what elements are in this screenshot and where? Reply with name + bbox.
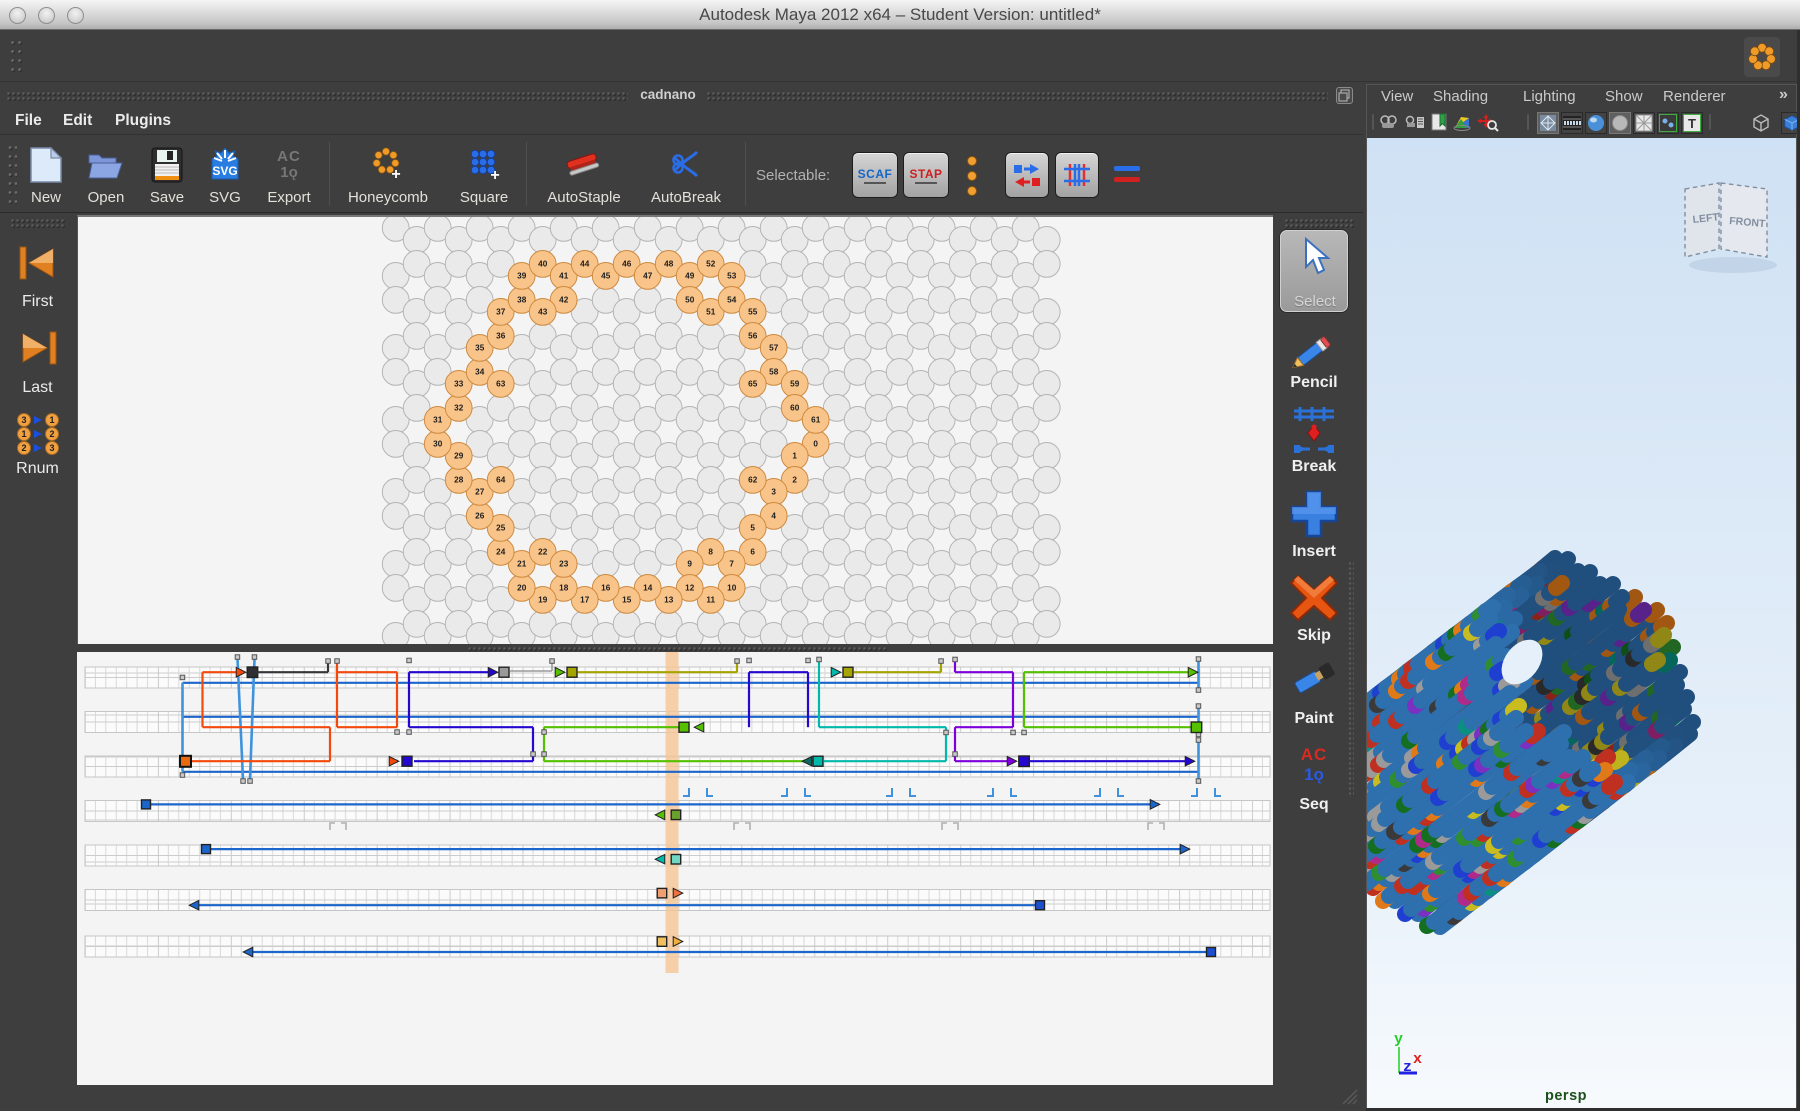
svg-text:T: T (1688, 116, 1696, 131)
svg-text:12: 12 (685, 584, 695, 593)
svg-text:51: 51 (706, 308, 716, 317)
svg-text:63: 63 (496, 380, 506, 389)
svg-text:64: 64 (496, 476, 506, 485)
svg-text:y: y (1394, 1031, 1403, 1048)
svg-text:34: 34 (475, 368, 485, 377)
svg-text:45: 45 (601, 272, 611, 281)
svg-text:21: 21 (517, 560, 527, 569)
svg-text:z: z (1403, 1059, 1412, 1076)
svg-text:36: 36 (496, 332, 506, 341)
svg-text:58: 58 (769, 368, 779, 377)
svg-text:1ǫ: 1ǫ (280, 164, 298, 181)
svg-text:9: 9 (687, 560, 692, 569)
svg-text:39: 39 (517, 272, 527, 281)
svg-text:14: 14 (643, 584, 653, 593)
svg-text:49: 49 (685, 272, 695, 281)
svg-text:54: 54 (727, 296, 737, 305)
svg-text:7: 7 (729, 560, 734, 569)
svg-text:AC: AC (1301, 745, 1328, 764)
svg-text:57: 57 (769, 344, 779, 353)
svg-text:65: 65 (748, 380, 758, 389)
svg-text:13: 13 (664, 596, 674, 605)
svg-text:4: 4 (771, 512, 776, 521)
svg-text:55: 55 (748, 308, 758, 317)
svg-text:11: 11 (706, 596, 715, 605)
svg-text:41: 41 (559, 272, 569, 281)
svg-text:46: 46 (622, 260, 632, 269)
svg-text:48: 48 (664, 260, 674, 269)
svg-text:37: 37 (496, 308, 506, 317)
svg-text:3: 3 (49, 443, 54, 453)
svg-text:0: 0 (813, 440, 818, 449)
svg-text:1ǫ: 1ǫ (1304, 765, 1324, 784)
svg-text:10: 10 (727, 584, 737, 593)
svg-text:2: 2 (49, 429, 54, 439)
svg-text:16: 16 (601, 584, 611, 593)
svg-text:42: 42 (559, 296, 569, 305)
svg-text:59: 59 (790, 380, 800, 389)
svg-text:1: 1 (21, 429, 26, 439)
svg-text:61: 61 (811, 416, 821, 425)
svg-text:32: 32 (454, 404, 464, 413)
svg-text:47: 47 (643, 272, 653, 281)
svg-text:60: 60 (790, 404, 800, 413)
svg-text:27: 27 (475, 488, 485, 497)
svg-text:2: 2 (792, 476, 797, 485)
svg-text:56: 56 (748, 332, 758, 341)
svg-text:15: 15 (622, 596, 632, 605)
svg-text:2: 2 (21, 443, 26, 453)
svg-text:40: 40 (538, 260, 548, 269)
svg-text:22: 22 (538, 548, 548, 557)
svg-text:52: 52 (706, 260, 716, 269)
svg-text:18: 18 (559, 584, 569, 593)
svg-text:31: 31 (433, 416, 443, 425)
svg-text:62: 62 (748, 476, 758, 485)
svg-text:35: 35 (475, 344, 485, 353)
svg-text:AC: AC (277, 148, 301, 165)
svg-text:1: 1 (49, 415, 54, 425)
svg-text:28: 28 (454, 476, 464, 485)
svg-text:8: 8 (708, 548, 713, 557)
svg-text:x: x (1413, 1051, 1422, 1068)
svg-text:23: 23 (559, 560, 569, 569)
svg-text:SVG: SVG (212, 164, 237, 178)
svg-text:24: 24 (496, 548, 506, 557)
svg-text:30: 30 (433, 440, 443, 449)
svg-text:+: + (490, 167, 499, 183)
svg-text:43: 43 (538, 308, 548, 317)
svg-text:29: 29 (454, 452, 464, 461)
svg-text:3: 3 (21, 415, 26, 425)
svg-text:26: 26 (475, 512, 485, 521)
svg-text:50: 50 (685, 296, 695, 305)
svg-text:1: 1 (792, 452, 797, 461)
svg-text:53: 53 (727, 272, 737, 281)
svg-text:44: 44 (580, 260, 590, 269)
svg-text:6: 6 (750, 548, 755, 557)
svg-text:25: 25 (496, 524, 506, 533)
svg-text:+: + (391, 166, 400, 183)
svg-text:3: 3 (771, 488, 776, 497)
svg-text:33: 33 (454, 380, 464, 389)
svg-text:20: 20 (517, 584, 527, 593)
svg-text:38: 38 (517, 296, 527, 305)
svg-text:19: 19 (538, 596, 548, 605)
svg-text:17: 17 (580, 596, 590, 605)
svg-text:5: 5 (750, 524, 755, 533)
